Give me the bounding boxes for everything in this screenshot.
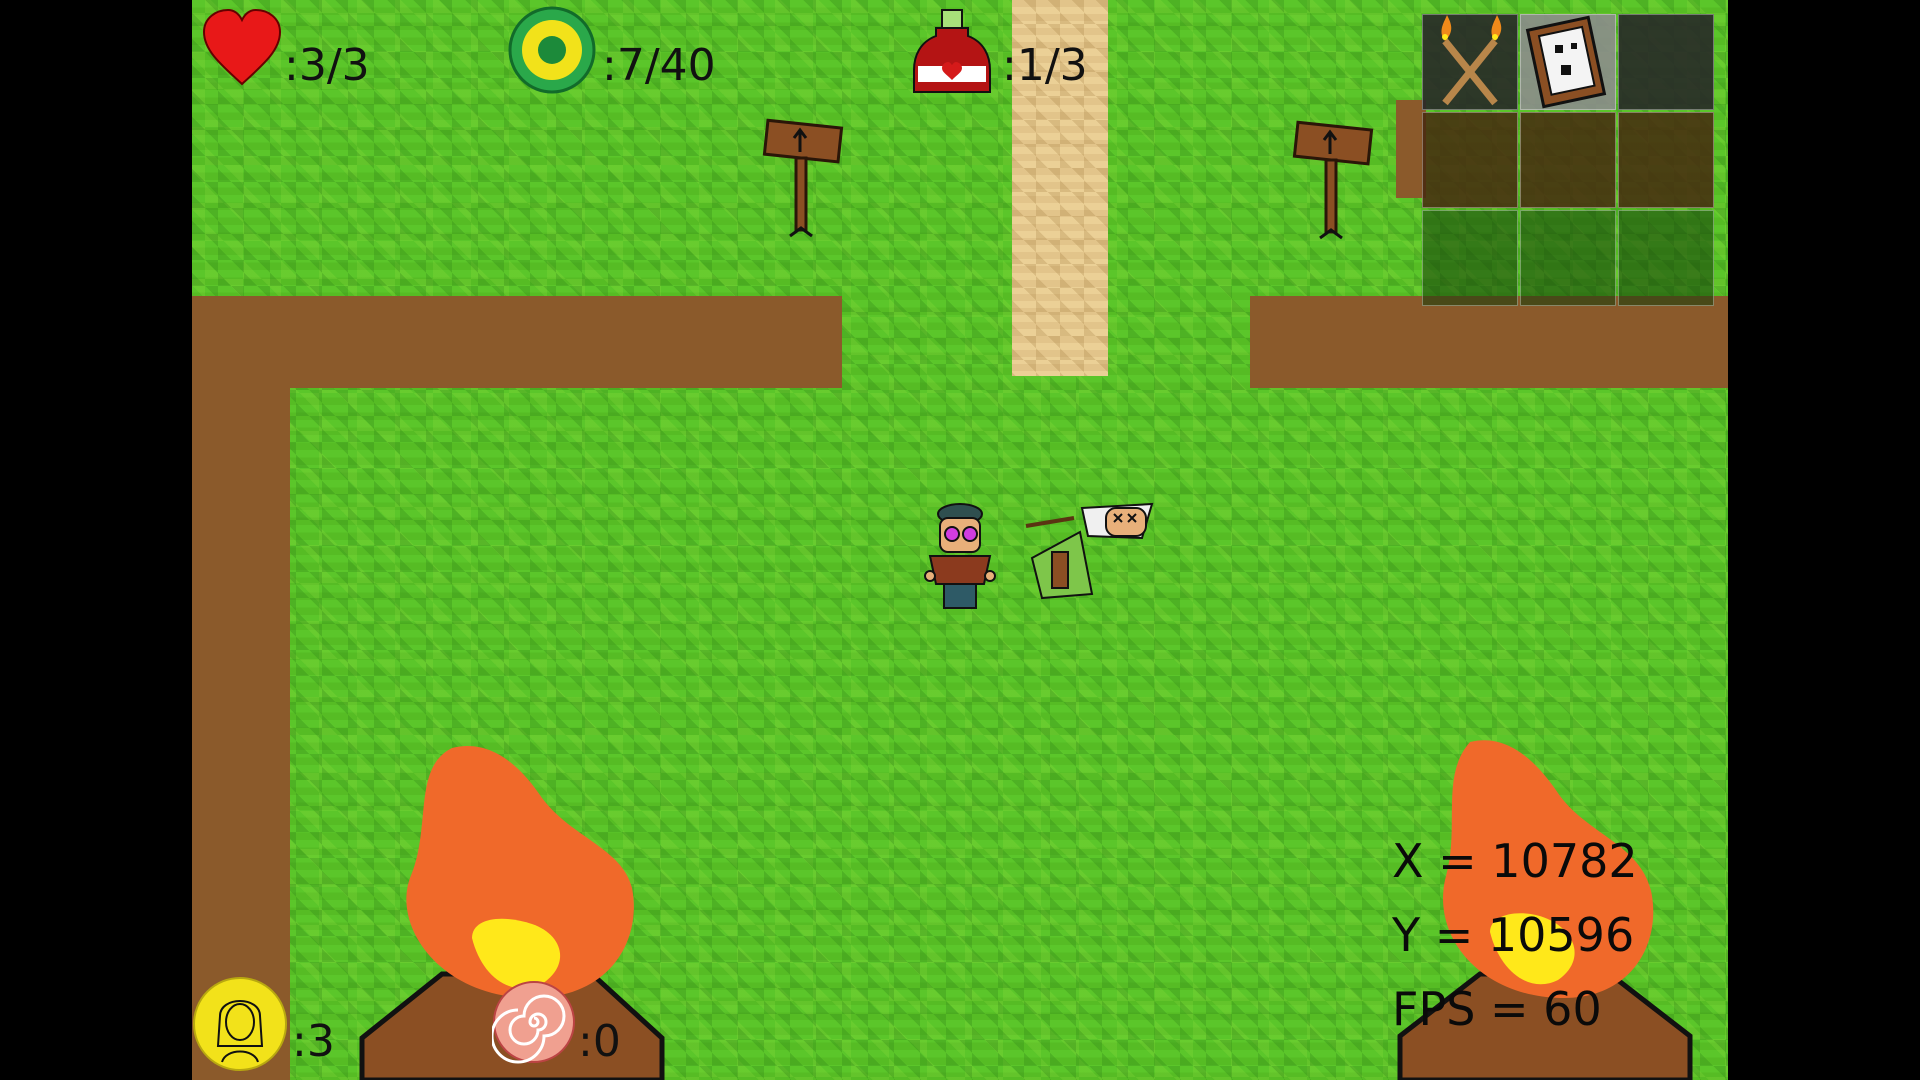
signpost-right-icon	[1292, 120, 1374, 240]
wall-top-right	[1250, 296, 1728, 388]
note-card-icon	[1525, 15, 1607, 109]
inventory-slot[interactable]	[1422, 210, 1518, 306]
health-counter: :3/3	[284, 40, 370, 91]
signpost-left-icon	[762, 118, 844, 238]
coins-counter: :7/40	[602, 40, 716, 91]
inventory-slot[interactable]	[1520, 112, 1616, 208]
inventory-slot[interactable]	[1618, 14, 1714, 110]
game-viewport: :3/3 :7/40 :1/3 :3 :0 X = 10782 Y = 1059…	[192, 0, 1728, 1080]
debug-fps: FPS = 60	[1392, 982, 1602, 1036]
inventory-slot[interactable]	[1618, 210, 1714, 306]
debug-y-coordinate: Y = 10596	[1392, 908, 1635, 962]
spiral-counter: :0	[578, 1016, 621, 1067]
inventory-slot[interactable]	[1422, 112, 1518, 208]
player-character	[924, 503, 996, 609]
spiral-icon	[492, 981, 575, 1064]
potions-counter: :1/3	[1002, 40, 1088, 91]
heart-icon	[202, 8, 282, 86]
inventory-slot[interactable]	[1422, 14, 1518, 110]
companion-portrait-icon	[193, 977, 287, 1071]
inventory-slot[interactable]	[1520, 210, 1616, 306]
debug-x-coordinate: X = 10782	[1392, 834, 1638, 888]
inventory-slot[interactable]	[1520, 14, 1616, 110]
potion-icon	[913, 9, 991, 93]
coin-icon	[508, 6, 596, 94]
inventory-grid	[1422, 14, 1716, 306]
defeated-gnome-npc	[1025, 502, 1154, 600]
inventory-slot[interactable]	[1618, 112, 1714, 208]
wall-left	[192, 296, 290, 1080]
companions-counter: :3	[292, 1016, 335, 1067]
crossed-torches-icon	[1441, 15, 1502, 106]
